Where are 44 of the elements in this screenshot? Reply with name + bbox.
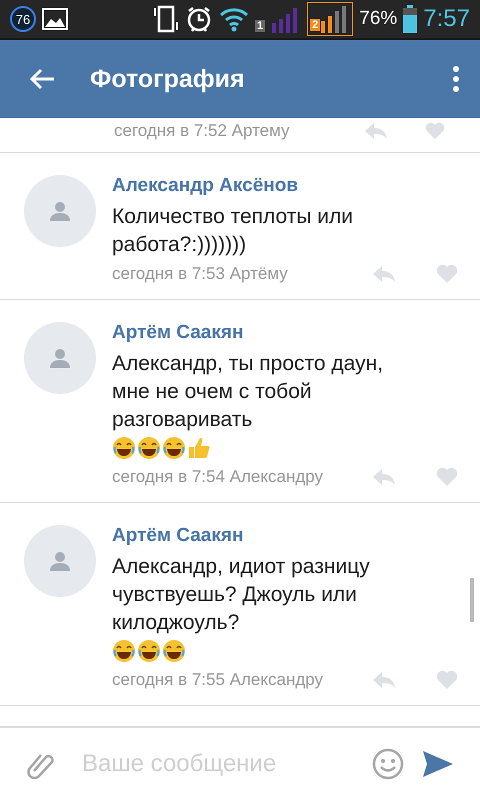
reply-icon[interactable] <box>372 671 396 689</box>
screen-title: Фотография <box>90 64 246 94</box>
person-icon <box>49 200 71 222</box>
laughing-emoji-icon <box>112 639 136 663</box>
comment-text: Количество теплоты или работа?:))))))) <box>112 204 354 258</box>
reply-icon[interactable] <box>372 468 396 486</box>
author-name[interactable]: Артём Саакян <box>112 322 244 344</box>
heart-icon[interactable] <box>436 467 458 487</box>
comment-meta: сегодня в 7:52 Артему <box>114 120 291 142</box>
comment-meta: сегодня в 7:54 Александру <box>112 466 324 488</box>
comment-text: Александр, ты просто даун, мне не очем с тобой разговаривать <box>112 351 384 433</box>
person-icon <box>49 347 71 369</box>
battery-percent: 76% <box>359 8 398 30</box>
heart-icon[interactable] <box>424 122 446 140</box>
sim-label: 1 <box>255 20 266 32</box>
author-name[interactable]: Александр Аксёнов <box>112 175 298 197</box>
comment-meta: сегодня в 7:53 Артёму <box>112 263 289 285</box>
wifi-icon <box>219 6 249 32</box>
send-icon[interactable] <box>422 750 454 778</box>
more-options-icon[interactable] <box>452 66 460 92</box>
laughing-emoji-icon <box>112 436 136 460</box>
smiley-icon[interactable] <box>372 748 404 780</box>
laughing-emoji-icon <box>137 639 161 663</box>
laughing-emoji-icon <box>162 436 186 460</box>
laughing-emoji-icon <box>162 639 186 663</box>
battery-icon <box>403 5 418 33</box>
person-icon <box>49 550 71 572</box>
scrollbar[interactable] <box>470 578 474 622</box>
laughing-emoji-icon <box>137 436 161 460</box>
notification-badge: 76 <box>10 6 36 32</box>
heart-icon[interactable] <box>436 670 458 690</box>
alarm-clock-icon <box>185 5 213 33</box>
author-name[interactable]: Артём Саакян <box>112 525 244 547</box>
sim-label: 2 <box>310 19 320 31</box>
comment-text: Александр, идиот разницу чувствуешь? Джоуль или килоджоуль? <box>112 554 371 636</box>
vibrate-icon <box>153 5 179 33</box>
reply-icon[interactable] <box>364 122 388 140</box>
comment-meta: сегодня в 7:55 Александру <box>112 669 324 691</box>
back-icon[interactable] <box>28 67 56 91</box>
heart-icon[interactable] <box>436 264 458 284</box>
clock: 7:57 <box>423 5 470 33</box>
thumbs-up-icon <box>187 436 211 460</box>
reply-icon[interactable] <box>372 265 396 283</box>
image-icon <box>42 7 68 31</box>
